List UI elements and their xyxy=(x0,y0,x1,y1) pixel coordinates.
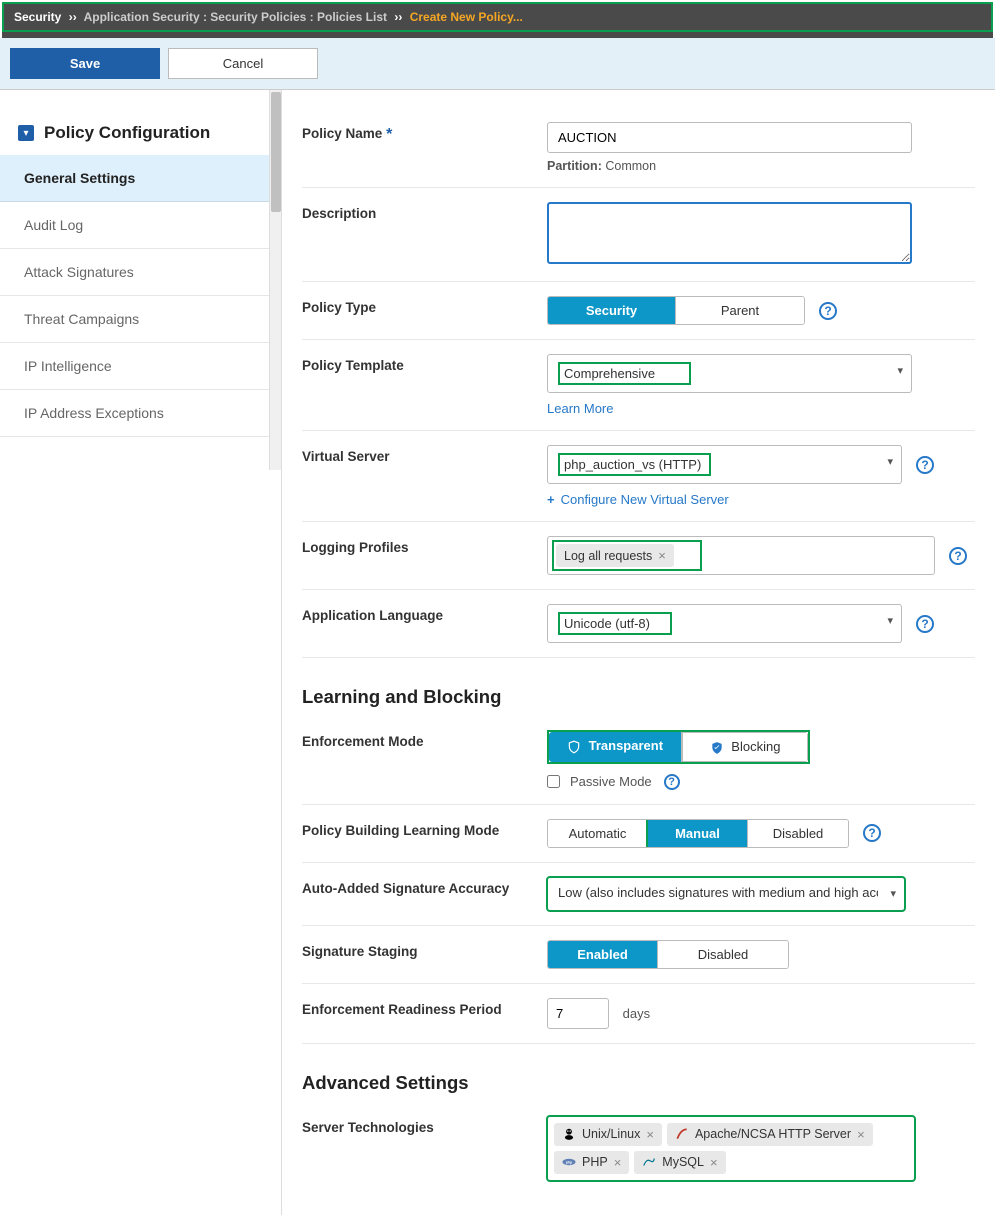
advanced-settings-heading: Advanced Settings xyxy=(302,1072,975,1094)
close-icon[interactable]: × xyxy=(658,548,666,563)
logging-profiles-input[interactable]: Log all requests × xyxy=(547,536,935,575)
learning-automatic[interactable]: Automatic xyxy=(548,820,648,847)
learning-mode-toggle: Automatic Manual Disabled xyxy=(547,819,849,848)
sig-staging-label: Signature Staging xyxy=(302,940,547,959)
app-language-label: Application Language xyxy=(302,604,547,623)
main-content: Policy Name * Partition: Common Descript… xyxy=(282,90,995,1215)
shield-icon xyxy=(567,740,581,754)
policy-template-label: Policy Template xyxy=(302,354,547,373)
help-icon[interactable]: ? xyxy=(819,302,837,320)
collapse-icon[interactable]: ▾ xyxy=(18,125,34,141)
php-icon: php xyxy=(562,1155,576,1169)
breadcrumb-sep-icon: ›› xyxy=(69,10,77,24)
chevron-down-icon: ▾ xyxy=(887,455,893,468)
passive-mode-checkbox[interactable] xyxy=(547,775,560,788)
linux-icon xyxy=(562,1127,576,1141)
sidebar-item-ip-address-exceptions[interactable]: IP Address Exceptions xyxy=(0,390,281,437)
sidebar-item-threat-campaigns[interactable]: Threat Campaigns xyxy=(0,296,281,343)
policy-type-toggle: Security Parent xyxy=(547,296,805,325)
close-icon[interactable]: × xyxy=(857,1127,865,1142)
virtual-server-label: Virtual Server xyxy=(302,445,547,464)
sidebar-item-ip-intelligence[interactable]: IP Intelligence xyxy=(0,343,281,390)
server-tech-tag-unix: Unix/Linux × xyxy=(554,1123,662,1146)
help-icon[interactable]: ? xyxy=(916,615,934,633)
configure-new-vs-link[interactable]: +Configure New Virtual Server xyxy=(547,492,729,507)
toolbar: Save Cancel xyxy=(0,38,995,90)
learning-blocking-heading: Learning and Blocking xyxy=(302,686,975,708)
close-icon[interactable]: × xyxy=(614,1155,622,1170)
cancel-button[interactable]: Cancel xyxy=(168,48,318,79)
staging-enabled[interactable]: Enabled xyxy=(548,941,658,968)
learning-mode-label: Policy Building Learning Mode xyxy=(302,819,547,838)
policy-type-parent[interactable]: Parent xyxy=(676,297,804,324)
passive-mode-label: Passive Mode xyxy=(570,774,652,789)
logging-profile-tag: Log all requests × xyxy=(556,544,674,567)
server-tech-input[interactable]: Unix/Linux × Apache/NCSA HTTP Server × p… xyxy=(547,1116,915,1181)
chevron-down-icon: ▾ xyxy=(890,887,896,900)
sig-accuracy-label: Auto-Added Signature Accuracy xyxy=(302,877,547,896)
sig-staging-toggle: Enabled Disabled xyxy=(547,940,789,969)
enforcement-blocking[interactable]: Blocking xyxy=(682,732,808,762)
learning-disabled[interactable]: Disabled xyxy=(748,820,848,847)
learn-more-link[interactable]: Learn More xyxy=(547,401,613,416)
enforcement-mode-toggle: Transparent Blocking xyxy=(549,732,808,762)
sig-accuracy-select[interactable]: Low (also includes signatures with mediu… xyxy=(547,877,905,911)
policy-name-input[interactable] xyxy=(547,122,912,153)
partition-label: Partition: Common xyxy=(547,159,975,173)
server-tech-tag-mysql: MySQL × xyxy=(634,1151,725,1174)
policy-type-security[interactable]: Security xyxy=(548,297,676,324)
logging-profiles-label: Logging Profiles xyxy=(302,536,547,555)
server-tech-tag-apache: Apache/NCSA HTTP Server × xyxy=(667,1123,873,1146)
help-icon[interactable]: ? xyxy=(949,547,967,565)
breadcrumb: Security ›› Application Security : Secur… xyxy=(2,2,993,32)
breadcrumb-mid[interactable]: Application Security : Security Policies… xyxy=(84,10,387,24)
app-language-select[interactable]: Unicode (utf-8) ▾ xyxy=(547,604,902,643)
help-icon[interactable]: ? xyxy=(863,824,881,842)
breadcrumb-root[interactable]: Security xyxy=(14,10,61,24)
policy-name-label: Policy Name * xyxy=(302,122,547,144)
sidebar: ▾ Policy Configuration General Settings … xyxy=(0,90,282,1215)
virtual-server-select[interactable]: php_auction_vs (HTTP) ▾ xyxy=(547,445,902,484)
chevron-down-icon: ▾ xyxy=(887,614,893,627)
save-button[interactable]: Save xyxy=(10,48,160,79)
staging-disabled[interactable]: Disabled xyxy=(658,941,788,968)
sidebar-item-audit-log[interactable]: Audit Log xyxy=(0,202,281,249)
help-icon[interactable]: ? xyxy=(664,774,680,790)
close-icon[interactable]: × xyxy=(646,1127,654,1142)
help-icon[interactable]: ? xyxy=(916,456,934,474)
sidebar-item-attack-signatures[interactable]: Attack Signatures xyxy=(0,249,281,296)
sidebar-title: Policy Configuration xyxy=(44,123,210,143)
apache-icon xyxy=(675,1127,689,1141)
shield-check-icon xyxy=(710,741,724,755)
mysql-icon xyxy=(642,1155,656,1169)
sidebar-item-general-settings[interactable]: General Settings xyxy=(0,155,281,202)
server-tech-tag-php: php PHP × xyxy=(554,1151,629,1174)
readiness-unit: days xyxy=(623,1006,650,1021)
breadcrumb-current: Create New Policy... xyxy=(410,10,523,24)
plus-icon: + xyxy=(547,492,555,507)
readiness-label: Enforcement Readiness Period xyxy=(302,998,547,1017)
learning-manual[interactable]: Manual xyxy=(648,820,748,847)
policy-template-select[interactable]: Comprehensive ▾ xyxy=(547,354,912,393)
enforcement-mode-label: Enforcement Mode xyxy=(302,730,547,749)
policy-type-label: Policy Type xyxy=(302,296,547,315)
close-icon[interactable]: × xyxy=(710,1155,718,1170)
description-textarea[interactable] xyxy=(547,202,912,264)
enforcement-transparent[interactable]: Transparent xyxy=(549,732,682,762)
breadcrumb-sep-icon: ›› xyxy=(394,10,402,24)
svg-text:php: php xyxy=(566,1160,572,1164)
server-tech-label: Server Technologies xyxy=(302,1116,547,1135)
sidebar-scrollbar[interactable] xyxy=(269,90,281,470)
chevron-down-icon: ▾ xyxy=(897,364,903,377)
description-label: Description xyxy=(302,202,547,221)
